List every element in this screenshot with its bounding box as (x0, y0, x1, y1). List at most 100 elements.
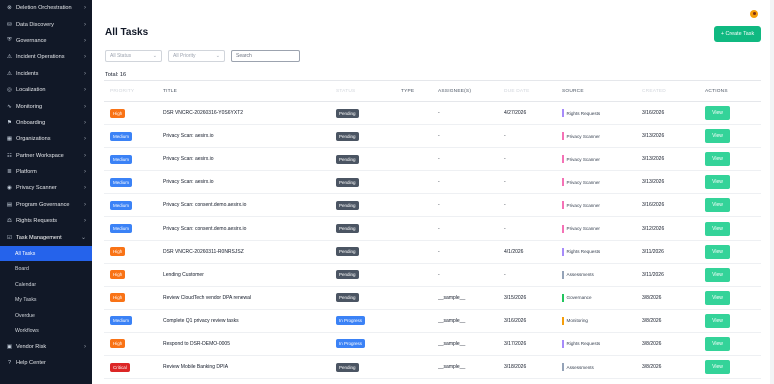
view-button[interactable]: View (705, 198, 730, 213)
sidebar-item-monitoring[interactable]: ∿ Monitoring › (0, 98, 92, 114)
table-row[interactable]: Medium Privacy Scan: consent.demo.aesirx.… (104, 194, 761, 218)
column-type[interactable]: Type (401, 89, 438, 94)
sidebar-item-privacy-scanner[interactable]: ◉ Privacy Scanner › (0, 180, 92, 196)
sidebar-item-rights-requests[interactable]: ⚖ Rights Requests › (0, 213, 92, 229)
user-avatar[interactable] (750, 10, 758, 18)
status-cell: In Progress (336, 316, 401, 326)
chevron-right-icon: › (84, 201, 86, 208)
sidebar-item-incidents[interactable]: ⚠ Incidents › (0, 66, 92, 82)
task-title[interactable]: Privacy Scan: consent.demo.aesirx.io (163, 226, 336, 232)
sidebar-item-deletion-orchestration[interactable]: ⊗ Deletion Orchestration › (0, 0, 92, 16)
sidebar-item-task-management[interactable]: ☑ Task Management ⌄ (0, 229, 92, 245)
table-row[interactable]: High DSR VNCRC-20260311-R0NRSJSZ Pending - 4… (104, 241, 761, 264)
sidebar-item-platform[interactable]: ≣ Platform › (0, 164, 92, 180)
task-title[interactable]: Respond to DSR-DEMO-0005 (163, 341, 336, 347)
create-task-button[interactable]: + Create Task (714, 26, 761, 42)
sidebar-subitem-overdue[interactable]: Overdue (0, 308, 92, 324)
table-row[interactable]: Medium Privacy Scan: aesirx.io Pending - - Pr… (104, 171, 761, 195)
priority-filter-select[interactable]: All Priority ⌄ (168, 50, 225, 62)
actions-cell: View (705, 244, 761, 259)
sidebar-subitem-workflows[interactable]: Workflows (0, 323, 92, 339)
due-date-cell: 3/18/2026 (504, 364, 527, 371)
sidebar-subitem-board[interactable]: Board (0, 261, 92, 277)
column-due-date[interactable]: Due Date (504, 89, 562, 94)
task-title[interactable]: DSR VNCRC-20260316-Y0S6YXT2 (163, 110, 336, 116)
task-title[interactable]: Lending Customer (163, 272, 336, 278)
sidebar-item-localization[interactable]: ◎ Localization › (0, 82, 92, 98)
table-row[interactable]: Medium Privacy Scan: aesirx.io Pending - - Pr… (104, 148, 761, 172)
task-title[interactable]: Privacy Scan: aesirx.io (163, 179, 336, 185)
priority-cell: Medium (104, 224, 163, 234)
status-filter-select[interactable]: All Status ⌄ (105, 50, 162, 62)
column-assignees[interactable]: Assignee(s) (438, 89, 504, 94)
source-label: Governance (566, 295, 592, 301)
task-title[interactable]: Privacy Scan: consent.demo.aesirx.io (163, 202, 336, 208)
sidebar-item-onboarding[interactable]: ⚑ Onboarding › (0, 115, 92, 131)
status-cell: Pending (336, 177, 401, 187)
column-source[interactable]: Source (562, 89, 642, 94)
chevron-right-icon: › (84, 218, 86, 225)
table-row[interactable]: High Respond to DSR-DEMO-0005 In Progress _… (104, 333, 761, 357)
flag-icon: ⚑ (6, 119, 12, 126)
actions-cell: View (705, 106, 761, 121)
task-title[interactable]: Complete Q1 privacy review tasks (163, 318, 336, 324)
due-date-cell: - (504, 133, 506, 140)
source-label: Privacy Scanner (566, 226, 600, 232)
sidebar-item-data-discovery[interactable]: ⛁ Data Discovery › (0, 16, 92, 32)
sidebar-subitem-all-tasks[interactable]: All Tasks (0, 245, 92, 262)
status-badge: Pending (336, 247, 359, 257)
table-row[interactable]: High DSR VNCRC-20260316-Y0S6YXT2 Pending - 4… (104, 102, 761, 126)
view-button[interactable]: View (705, 129, 730, 144)
task-title[interactable]: Privacy Scan: aesirx.io (163, 156, 336, 162)
column-status[interactable]: Status (336, 89, 401, 94)
sidebar-subitem-my-tasks[interactable]: My Tasks (0, 292, 92, 308)
sidebar-item-label: Platform (16, 169, 37, 176)
table-row[interactable]: Medium Complete Q1 privacy review tasks In… (104, 310, 761, 333)
view-button[interactable]: View (705, 244, 730, 259)
table-row[interactable]: Medium Privacy Scan: consent.demo.aesirx.… (104, 217, 761, 241)
table-row[interactable]: High Review CloudTech vendor DPA renewal P… (104, 287, 761, 310)
sidebar-item-program-governance[interactable]: ▤ Program Governance › (0, 197, 92, 213)
priority-badge: Critical (110, 362, 130, 372)
view-button[interactable]: View (705, 336, 730, 351)
view-button[interactable]: View (705, 267, 730, 282)
sidebar-item-partner-workspace[interactable]: ☷ Partner Workspace › (0, 148, 92, 164)
sidebar-item-label: Onboarding (16, 119, 46, 126)
column-created[interactable]: Created (642, 89, 705, 94)
assignee-cell: __sample__ (438, 364, 466, 371)
table-row[interactable]: Critical Review Mobile Banking DPIA Pendin… (104, 356, 761, 380)
column-title[interactable]: Title (163, 89, 336, 94)
source-cell: Rights Requests (562, 247, 642, 256)
sidebar-subitem-calendar[interactable]: Calendar (0, 277, 92, 293)
view-button[interactable]: View (705, 313, 730, 328)
sidebar-item-label: Incidents (16, 70, 39, 77)
task-title[interactable]: Review CloudTech vendor DPA renewal (163, 295, 336, 301)
search-input[interactable] (231, 50, 300, 62)
table-row[interactable]: Medium Privacy Scan: aesirx.io Pending - - Pr… (104, 125, 761, 149)
scrollbar[interactable] (770, 0, 774, 384)
status-cell: Pending (336, 362, 401, 372)
source-color-bar (562, 201, 564, 210)
assignee-cell: __sample__ (438, 340, 466, 347)
column-priority[interactable]: Priority (104, 89, 163, 94)
priority-badge: Medium (110, 316, 133, 326)
task-title[interactable]: Review Mobile Banking DPIA (163, 364, 336, 370)
table-row[interactable]: High Lending Customer Pending - - Assessments… (104, 264, 761, 287)
sidebar-item-help-center[interactable]: ? Help Center (0, 355, 92, 371)
view-button[interactable]: View (705, 106, 730, 121)
sidebar-item-vendor-risk[interactable]: ▣ Vendor Risk › (0, 339, 92, 355)
sidebar-item-organizations[interactable]: ▦ Organizations › (0, 131, 92, 147)
sidebar-item-governance[interactable]: ⛨ Governance › (0, 33, 92, 49)
view-button[interactable]: View (705, 221, 730, 236)
task-title[interactable]: DSR VNCRC-20260311-R0NRSJSZ (163, 249, 336, 255)
view-button[interactable]: View (705, 290, 730, 305)
view-button[interactable]: View (705, 360, 730, 375)
alert-icon: ⚠ (6, 54, 12, 61)
sidebar-item-incident-operations[interactable]: ⚠ Incident Operations › (0, 49, 92, 65)
task-title[interactable]: Privacy Scan: aesirx.io (163, 133, 336, 139)
view-button[interactable]: View (705, 175, 730, 190)
created-date-cell: 3/8/2026 (642, 340, 662, 347)
priority-badge: Medium (110, 177, 133, 187)
warning-icon: ⚠ (6, 70, 12, 77)
view-button[interactable]: View (705, 152, 730, 167)
